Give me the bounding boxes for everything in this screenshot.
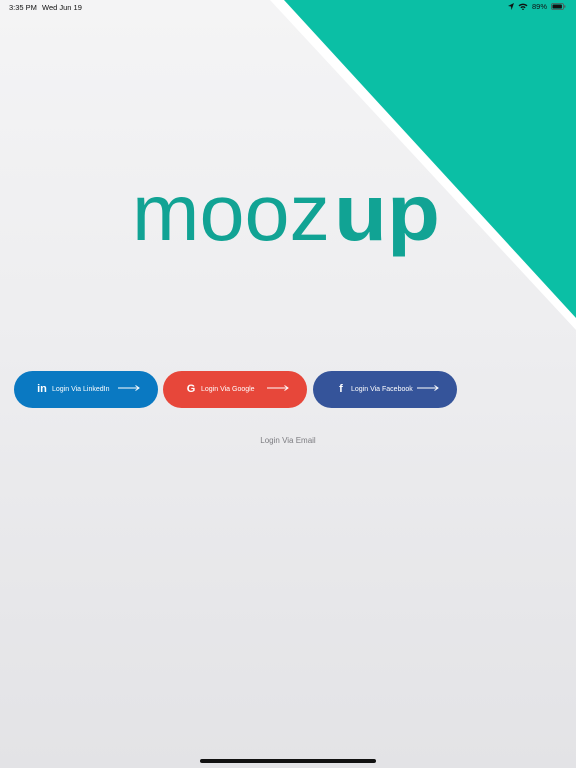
battery-percentage: 89% — [531, 2, 547, 11]
arrow-right-icon — [118, 385, 140, 391]
login-google-button[interactable]: G Login Via Google — [163, 371, 307, 408]
login-google-label: Login Via Google — [201, 386, 255, 393]
google-icon: G — [186, 383, 196, 395]
linkedin-icon: in — [37, 383, 47, 395]
logo-text-bold: up — [334, 174, 440, 257]
status-date: Wed Jun 19 — [42, 3, 82, 12]
social-login-buttons: in Login Via LinkedIn G Login Via Google… — [14, 371, 458, 408]
home-indicator[interactable] — [200, 759, 376, 763]
location-icon — [507, 3, 514, 10]
logo-text-light: mooz — [132, 174, 330, 257]
arrow-right-icon — [417, 385, 439, 391]
arrow-right-icon — [267, 385, 289, 391]
moozup-logo: mooz up — [132, 174, 440, 257]
login-facebook-button[interactable]: f Login Via Facebook — [313, 371, 457, 408]
login-linkedin-label: Login Via LinkedIn — [52, 386, 110, 393]
battery-icon — [551, 3, 566, 10]
status-bar: 3:35 PM Wed Jun 19 89% — [0, 0, 576, 14]
status-time: 3:35 PM — [9, 3, 37, 12]
status-indicators: 89% — [507, 2, 566, 11]
login-facebook-label: Login Via Facebook — [351, 386, 413, 393]
login-email-link[interactable]: Login Via Email — [0, 436, 576, 445]
wifi-icon — [518, 3, 528, 10]
login-linkedin-button[interactable]: in Login Via LinkedIn — [14, 371, 158, 408]
facebook-icon: f — [339, 383, 343, 395]
